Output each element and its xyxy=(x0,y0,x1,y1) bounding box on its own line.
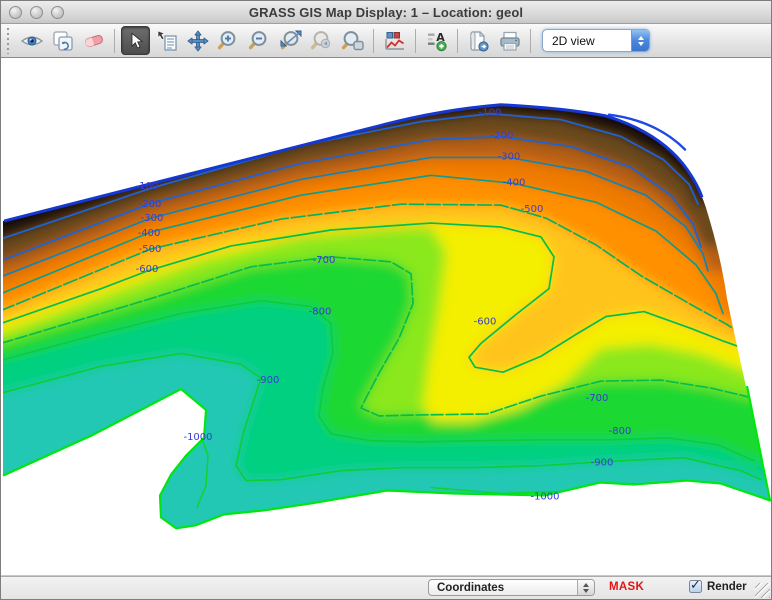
resize-grip-icon[interactable] xyxy=(755,583,770,598)
pan-arrows-icon xyxy=(186,29,210,53)
contour-label: -900 xyxy=(591,458,614,469)
contour-label: -200 xyxy=(139,199,162,210)
surface-raster xyxy=(1,58,771,575)
text-overlay-plus-icon: A xyxy=(425,29,449,53)
cursor-arrow-icon xyxy=(125,30,147,52)
contour-label: -600 xyxy=(474,316,497,327)
magnifier-plus-icon xyxy=(217,29,241,53)
zoom-options-button[interactable] xyxy=(338,26,367,55)
contour-label: -600 xyxy=(136,264,159,275)
contour-label: -700 xyxy=(586,393,609,404)
zoom-back-button[interactable] xyxy=(307,26,336,55)
contour-label: -800 xyxy=(309,307,332,318)
render-map-button[interactable] xyxy=(48,26,77,55)
chart-analyze-icon xyxy=(383,29,407,53)
statusbar-mode-select[interactable]: Coordinates xyxy=(428,579,595,596)
render-checkbox-label: Render xyxy=(707,581,747,593)
eraser-icon xyxy=(82,29,106,53)
magnifier-minus-icon xyxy=(248,29,272,53)
zoom-out-button[interactable] xyxy=(245,26,274,55)
printer-icon xyxy=(497,29,523,53)
map-canvas[interactable]: -100 -200 -300 -400 -500 -600 -100 -200 -300 -400… xyxy=(1,58,771,576)
zoom-in-button[interactable] xyxy=(214,26,243,55)
view-mode-select[interactable]: 2D view xyxy=(542,29,650,52)
toolbar-separator xyxy=(457,29,458,53)
select-stepper-icon xyxy=(577,580,594,595)
contour-label: -300 xyxy=(498,151,521,162)
add-overlay-button[interactable]: A xyxy=(422,26,451,55)
contour-label: -500 xyxy=(139,244,162,255)
query-arrow-document-icon xyxy=(155,29,179,53)
display-map-button[interactable] xyxy=(17,26,46,55)
contour-label: -1000 xyxy=(183,432,212,443)
magnifier-menu-icon xyxy=(341,29,365,53)
statusbar: Coordinates MASK Render xyxy=(1,576,771,599)
contour-label: -500 xyxy=(521,204,544,215)
contour-label: -1000 xyxy=(530,491,559,502)
contour-label: -100 xyxy=(136,181,159,192)
erase-button[interactable] xyxy=(79,26,108,55)
layers-refresh-icon xyxy=(51,29,75,53)
contour-label: -100 xyxy=(479,108,502,119)
save-file-button[interactable] xyxy=(464,26,493,55)
select-stepper-icon xyxy=(631,30,649,51)
map-toolbar: A 2D view xyxy=(1,24,771,58)
pointer-button[interactable] xyxy=(121,26,150,55)
statusbar-mode-value: Coordinates xyxy=(429,582,577,594)
magnifier-back-icon xyxy=(310,29,334,53)
contour-label: -800 xyxy=(609,426,632,437)
contour-label: -700 xyxy=(313,255,336,266)
grass-map-display-window: GRASS GIS Map Display: 1 – Location: geo… xyxy=(0,0,772,600)
print-button[interactable] xyxy=(495,26,524,55)
contour-label: -300 xyxy=(141,213,164,224)
eye-icon xyxy=(20,29,44,53)
save-export-icon xyxy=(466,29,492,53)
contour-label: -200 xyxy=(491,131,514,142)
contour-label: -400 xyxy=(138,228,161,239)
zoom-extent-button[interactable] xyxy=(276,26,305,55)
window-title: GRASS GIS Map Display: 1 – Location: geo… xyxy=(1,5,771,20)
render-checkbox[interactable] xyxy=(689,580,702,593)
contour-label: -900 xyxy=(257,375,280,386)
analyze-button[interactable] xyxy=(380,26,409,55)
mask-indicator: MASK xyxy=(609,581,644,593)
titlebar[interactable]: GRASS GIS Map Display: 1 – Location: geo… xyxy=(1,1,771,24)
contour-label: -400 xyxy=(503,177,526,188)
contour-map: -100 -200 -300 -400 -500 -600 -100 -200 -300 -400… xyxy=(1,58,771,575)
toolbar-separator xyxy=(530,29,531,53)
view-mode-value: 2D view xyxy=(543,34,631,48)
toolbar-grip[interactable] xyxy=(5,28,12,54)
query-button[interactable] xyxy=(152,26,181,55)
toolbar-separator xyxy=(415,29,416,53)
pan-button[interactable] xyxy=(183,26,212,55)
toolbar-separator xyxy=(114,29,115,53)
magnifier-extent-icon xyxy=(278,29,304,53)
toolbar-separator xyxy=(373,29,374,53)
